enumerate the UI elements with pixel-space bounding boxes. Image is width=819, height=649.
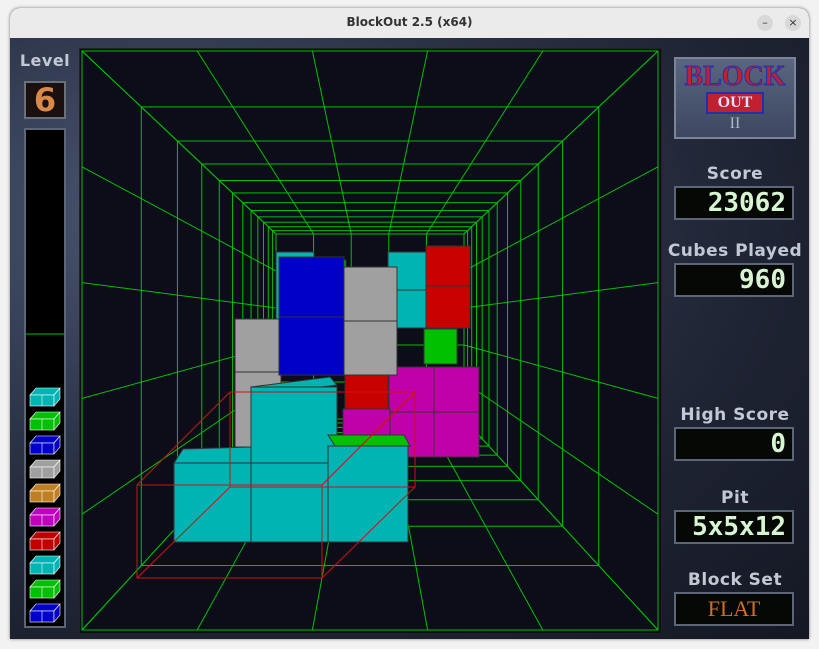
block-set-label: Block Set — [687, 570, 783, 590]
block-set-value: FLAT — [674, 592, 794, 626]
pit-label: Pit — [721, 488, 749, 508]
layer-indicator — [29, 507, 61, 527]
game-content: Level 6 BLOCK OUT II Score 23062 Cubes P… — [10, 38, 809, 639]
layer-indicator — [29, 579, 61, 599]
blockout-logo: BLOCK OUT II — [674, 57, 796, 139]
high-score-label: High Score — [680, 405, 790, 425]
high-score-value: 0 — [674, 427, 794, 461]
depth-gauge-svg — [26, 333, 64, 623]
cubes-played-value: 960 — [674, 263, 794, 297]
depth-gauge — [24, 128, 66, 628]
logo-line3: II — [729, 115, 741, 132]
pit-value: 5x5x12 — [674, 510, 794, 544]
pit-svg — [80, 49, 661, 633]
level-value: 6 — [24, 81, 66, 119]
level-label: Level — [19, 51, 71, 70]
logo-line2: OUT — [706, 92, 764, 114]
layer-indicator — [29, 603, 61, 623]
layer-indicator — [29, 435, 61, 455]
score-value: 23062 — [674, 186, 794, 220]
layer-indicator — [29, 459, 61, 479]
minimize-button[interactable]: – — [757, 15, 773, 31]
layer-indicator — [29, 483, 61, 503]
layer-indicator — [29, 411, 61, 431]
window-title: BlockOut 2.5 (x64) — [346, 15, 473, 29]
title-bar[interactable]: BlockOut 2.5 (x64) – × — [10, 8, 809, 39]
layer-indicator — [29, 531, 61, 551]
score-label: Score — [706, 164, 764, 184]
close-button[interactable]: × — [785, 15, 801, 31]
layer-indicator — [29, 387, 61, 407]
pit-view — [79, 48, 662, 634]
cubes-played-label: Cubes Played — [667, 241, 803, 261]
logo-line1: BLOCK — [684, 61, 786, 92]
layer-indicator — [29, 555, 61, 575]
game-window: BlockOut 2.5 (x64) – × Level 6 BLOCK OUT… — [10, 8, 809, 639]
